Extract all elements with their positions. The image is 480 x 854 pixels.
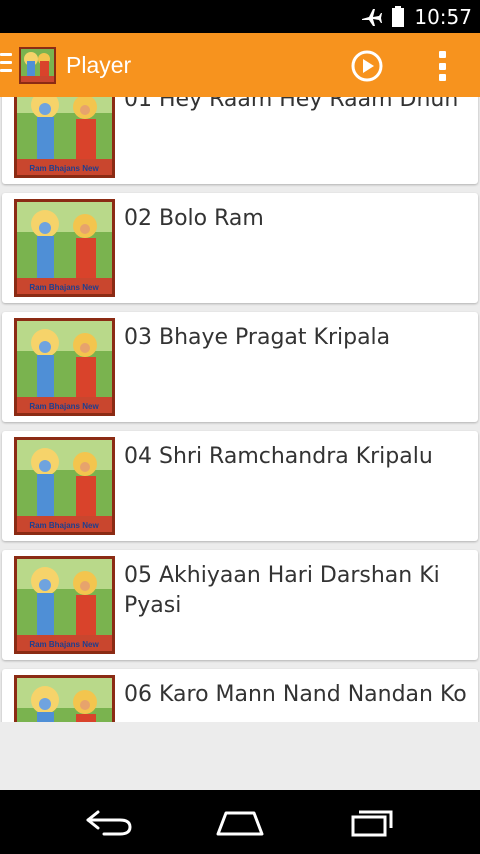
clock: 10:57 [414,4,472,29]
svg-text:Ram Bhajans New: Ram Bhajans New [29,164,99,173]
song-title: 06 Karo Mann Nand Nandan Ko [124,682,467,707]
recent-apps-icon[interactable] [347,808,399,838]
back-icon[interactable] [84,808,136,838]
drawer-menu-icon[interactable] [0,53,12,75]
song-thumbnail: Ram Bhajans New [14,675,115,722]
svg-text:Ram Bhajans New: Ram Bhajans New [29,640,99,649]
action-bar: Player [0,33,480,97]
svg-text:Ram Bhajans New: Ram Bhajans New [29,402,99,411]
home-icon[interactable] [214,808,266,838]
page-title: Player [66,52,132,78]
song-list-content: Ram Bhajans New 01 Hey Raam Hey Raam Dhu… [0,97,480,722]
list-item[interactable]: Ram Bhajans New 03 Bhaye Pragat Kripala [2,312,478,422]
list-item[interactable]: Ram Bhajans New 04 Shri Ramchandra Kripa… [2,431,478,541]
song-title: 05 Akhiyaan Hari Darshan Ki Pyasi [124,563,440,618]
list-item[interactable]: Ram Bhajans New 02 Bolo Ram [2,193,478,303]
status-bar: 10:57 [0,0,480,33]
navigation-bar [0,790,480,854]
list-item[interactable]: Ram Bhajans New 06 Karo Mann Nand Nandan… [2,669,478,722]
overflow-menu-icon[interactable] [438,51,446,81]
song-thumbnail: Ram Bhajans New [14,318,115,416]
list-item[interactable]: Ram Bhajans New 01 Hey Raam Hey Raam Dhu… [2,97,478,184]
song-title: 03 Bhaye Pragat Kripala [124,325,391,350]
list-item[interactable]: Ram Bhajans New 05 Akhiyaan Hari Darshan… [2,550,478,660]
song-thumbnail: Ram Bhajans New [14,556,115,654]
song-thumbnail: Ram Bhajans New [14,199,115,297]
song-title: 01 Hey Raam Hey Raam Dhun [124,97,459,112]
battery-icon [392,6,405,27]
song-title: 02 Bolo Ram [124,206,264,231]
airplane-mode-icon [362,8,383,26]
song-title: 04 Shri Ramchandra Kripalu [124,444,433,469]
svg-text:Ram Bhajans New: Ram Bhajans New [29,521,99,530]
svg-text:Ram Bhajans New: Ram Bhajans New [29,283,99,292]
app-logo-icon[interactable] [19,47,56,84]
status-icons: 10:57 [360,0,472,33]
play-icon[interactable] [351,50,383,82]
song-list[interactable]: Ram Bhajans New 01 Hey Raam Hey Raam Dhu… [0,97,480,722]
song-thumbnail: Ram Bhajans New [14,437,115,535]
song-thumbnail: Ram Bhajans New [14,97,115,178]
